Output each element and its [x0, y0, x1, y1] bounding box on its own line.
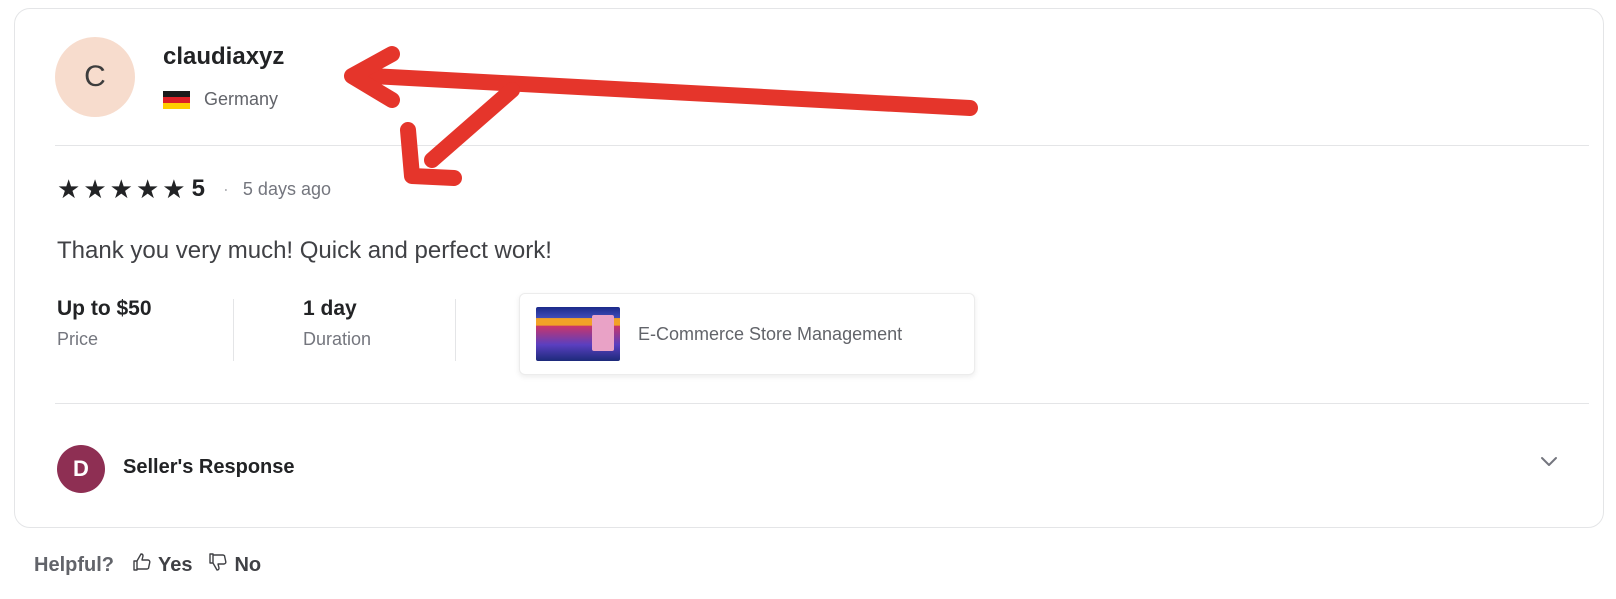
- review-card: C claudiaxyz Germany ★ ★ ★ ★ ★ 5 · 5 day…: [14, 8, 1604, 528]
- reviewer-username[interactable]: claudiaxyz: [163, 43, 284, 71]
- helpful-row: Helpful? Yes No: [34, 552, 277, 578]
- duration-label: Duration: [303, 329, 372, 349]
- divider: [233, 299, 234, 361]
- flag-germany-icon: [163, 90, 190, 109]
- helpful-question: Helpful?: [34, 553, 114, 576]
- seller-avatar: D: [57, 445, 105, 493]
- gig-title: E-Commerce Store Management: [638, 323, 903, 344]
- seller-response-toggle[interactable]: Seller's Response: [123, 456, 295, 479]
- review-time: 5 days ago: [242, 178, 331, 199]
- price-value: Up to $50: [57, 297, 152, 320]
- divider: [55, 145, 1589, 146]
- review-text: Thank you very much! Quick and perfect w…: [57, 237, 552, 264]
- seller-avatar-letter: D: [73, 456, 89, 481]
- gig-thumbnail: [536, 307, 620, 361]
- rating-row: ★ ★ ★ ★ ★ 5 · 5 days ago: [57, 175, 331, 203]
- thumbs-up-icon: [132, 552, 158, 578]
- star-icon: ★: [162, 174, 186, 204]
- country-name: Germany: [204, 89, 279, 109]
- chevron-down-icon[interactable]: [1537, 449, 1561, 473]
- star-icon: ★: [135, 174, 160, 204]
- gig-card[interactable]: E-Commerce Store Management: [519, 293, 975, 375]
- divider: [455, 299, 456, 361]
- thumbs-down-icon: [208, 552, 234, 578]
- star-icon: ★: [57, 174, 81, 204]
- reviewer-country: Germany: [163, 89, 278, 110]
- star-icon: ★: [83, 174, 107, 204]
- helpful-yes-button[interactable]: Yes: [132, 552, 192, 578]
- duration-value: 1 day: [303, 297, 357, 320]
- price-block: Up to $50 Price: [57, 297, 152, 350]
- star-rating: ★ ★ ★ ★ ★: [57, 176, 189, 202]
- price-label: Price: [57, 329, 99, 349]
- helpful-no-button[interactable]: No: [208, 552, 261, 578]
- rating-value: 5: [191, 175, 205, 202]
- divider: [55, 403, 1589, 404]
- separator-dot: ·: [222, 178, 229, 199]
- duration-block: 1 day Duration: [303, 297, 371, 350]
- helpful-yes-label: Yes: [158, 553, 193, 576]
- reviewer-avatar[interactable]: C: [55, 37, 135, 117]
- reviewer-avatar-letter: C: [84, 60, 106, 93]
- star-icon: ★: [109, 174, 133, 204]
- helpful-no-label: No: [234, 553, 262, 576]
